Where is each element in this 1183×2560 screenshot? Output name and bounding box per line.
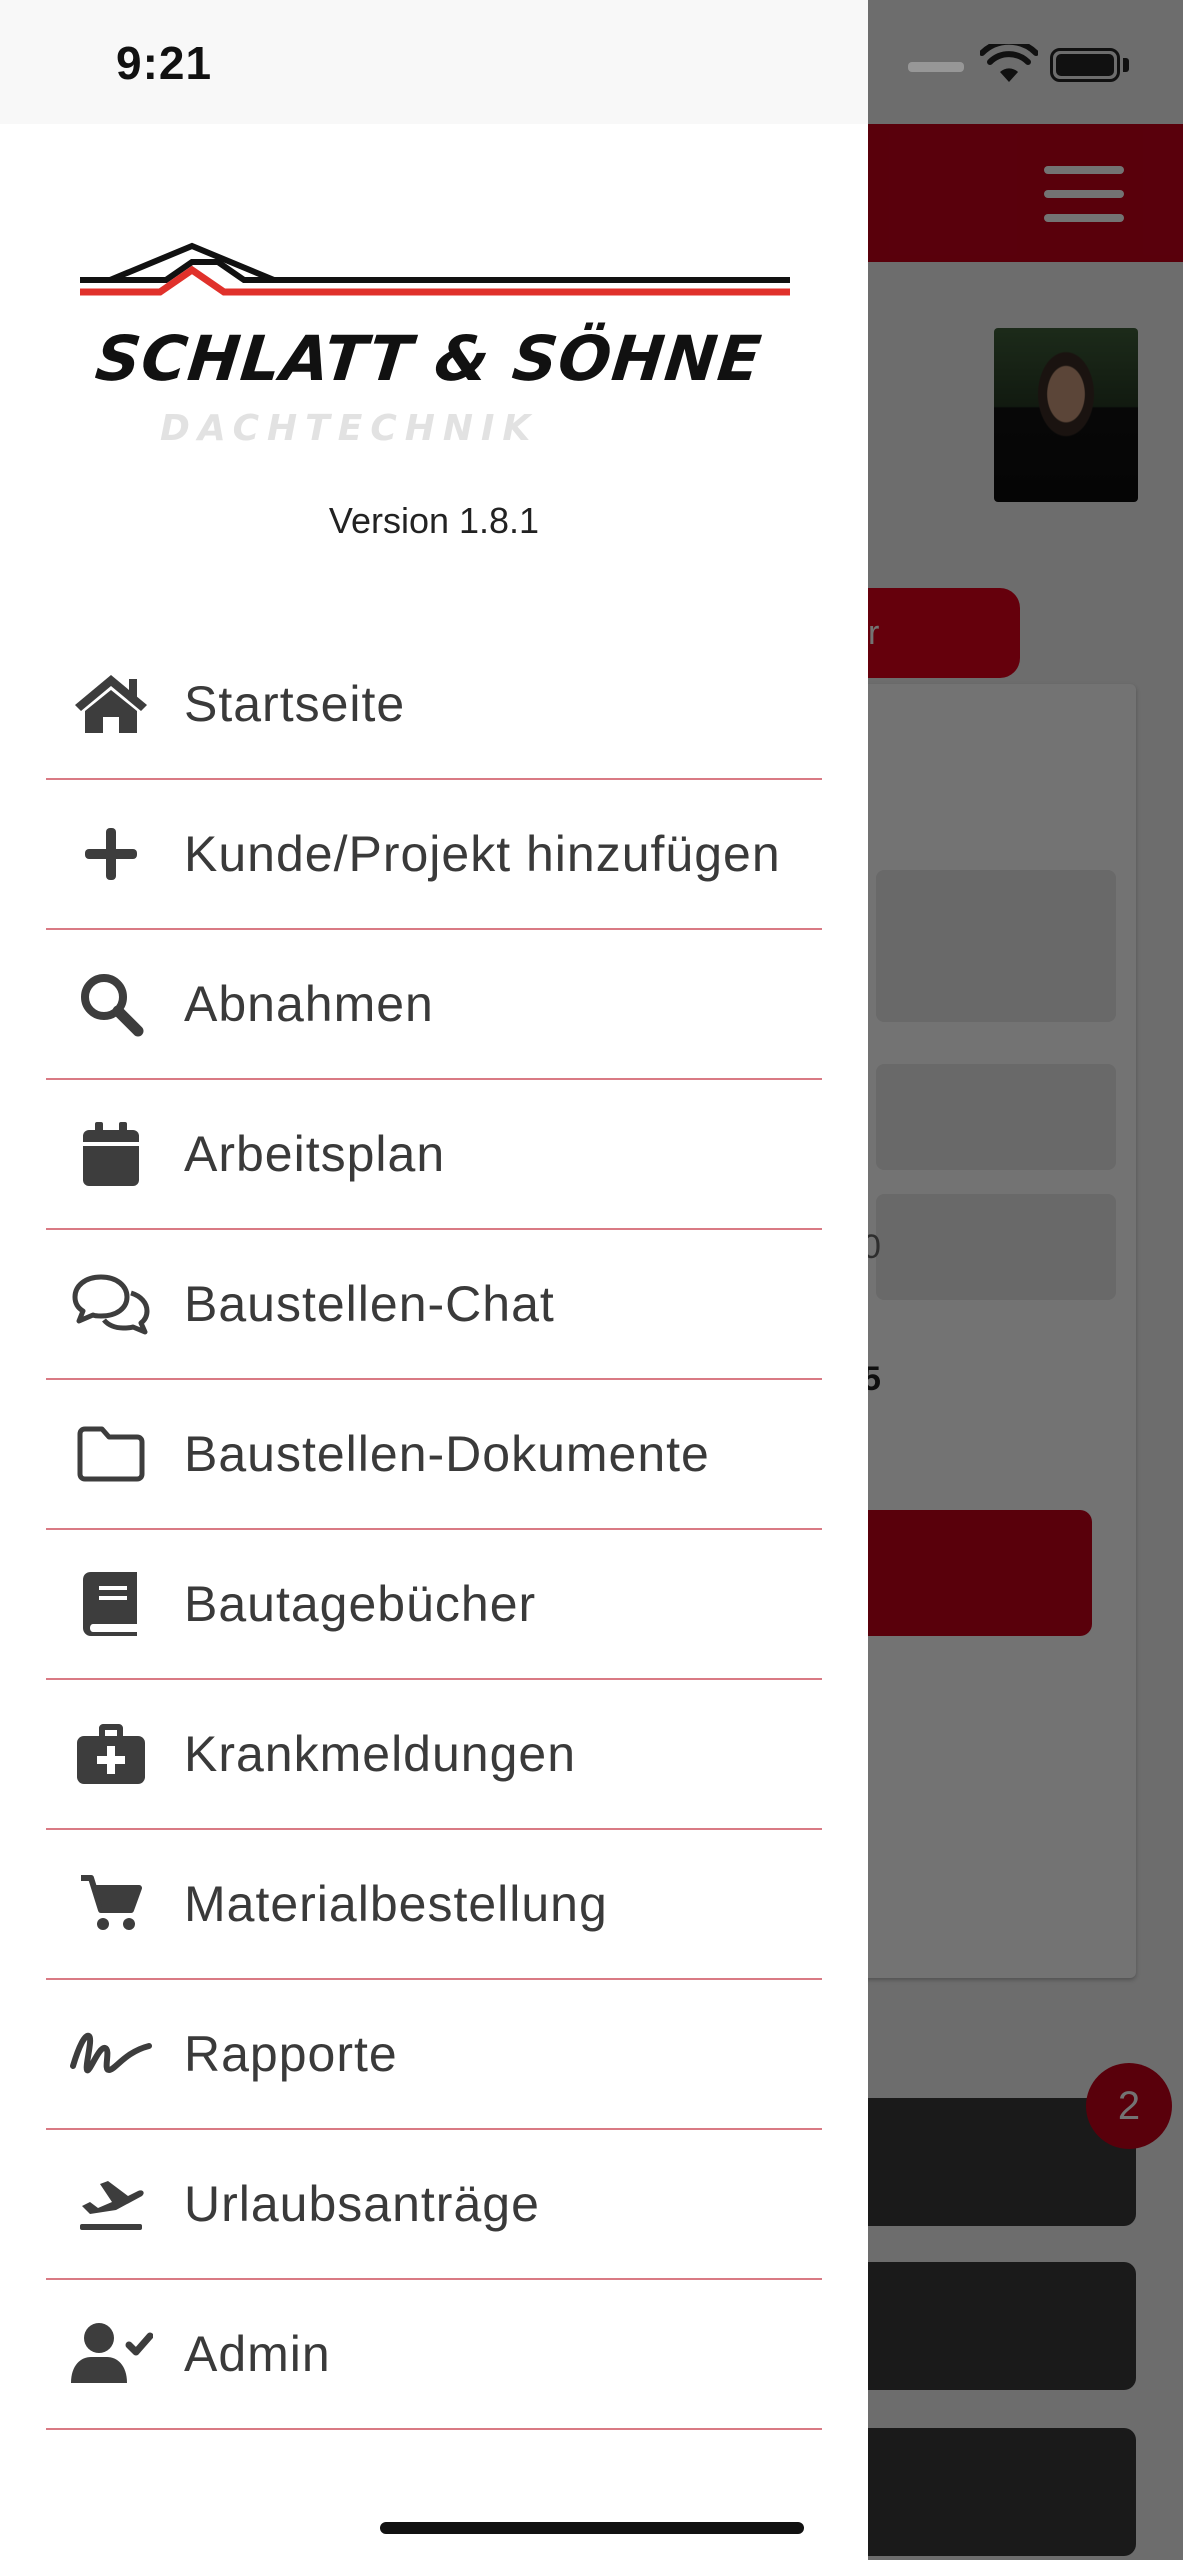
cellular-signal-icon [908, 62, 964, 72]
plane-departure-icon [68, 2168, 154, 2240]
menu-item-baustellen-dokumente[interactable]: Baustellen-Dokumente [46, 1380, 822, 1530]
menu-item-label: Urlaubsanträge [184, 2176, 540, 2232]
menu-item-label: Baustellen-Dokumente [184, 1426, 710, 1482]
menu-item-label: Kunde/Projekt hinzufügen [184, 826, 781, 882]
menu-item-krankmeldungen[interactable]: Krankmeldungen [46, 1680, 822, 1830]
app-version: Version 1.8.1 [328, 500, 540, 541]
medical-case-icon [68, 1718, 154, 1790]
menu-item-label: Krankmeldungen [184, 1726, 577, 1782]
menu-item-arbeitsplan[interactable]: Arbeitsplan [46, 1080, 822, 1230]
menu-item-label: Startseite [184, 676, 406, 732]
menu-item-label: Bautagebücher [184, 1576, 537, 1632]
search-icon [68, 968, 154, 1040]
menu-item-rapporte[interactable]: Rapporte [46, 1980, 822, 2130]
battery-tip-icon [1123, 58, 1129, 72]
menu-item-admin[interactable]: Admin [46, 2280, 822, 2430]
menu-item-label: Admin [184, 2326, 331, 2382]
menu-item-label: Rapporte [184, 2026, 398, 2082]
calendar-icon [68, 1118, 154, 1190]
menu-item-kunde-projekt[interactable]: Kunde/Projekt hinzufügen [46, 780, 822, 930]
company-subtitle: DACHTECHNIK [160, 408, 539, 449]
drawer-menu: Startseite Kunde/Projekt hinzufügen Abna… [46, 630, 822, 2430]
user-check-icon [68, 2318, 154, 2390]
home-indicator[interactable] [380, 2522, 804, 2534]
status-indicators [908, 40, 1168, 88]
status-time: 9:21 [116, 37, 213, 89]
plus-icon [68, 818, 154, 890]
chat-icon [68, 1268, 154, 1340]
menu-item-baustellen-chat[interactable]: Baustellen-Chat [46, 1230, 822, 1380]
menu-item-label: Baustellen-Chat [184, 1276, 555, 1332]
menu-item-label: Materialbestellung [184, 1876, 608, 1932]
menu-item-bautagebuecher[interactable]: Bautagebücher [46, 1530, 822, 1680]
company-logo: SCHLATT & SÖHNE DACHTECHNIK [80, 240, 790, 460]
navigation-drawer: 9:21 SCHLATT & SÖHNE DACHTECHNIK Version… [0, 0, 868, 2560]
menu-item-urlaubsantraege[interactable]: Urlaubsanträge [46, 2130, 822, 2280]
folder-icon [68, 1418, 154, 1490]
menu-item-startseite[interactable]: Startseite [46, 630, 822, 780]
menu-item-abnahmen[interactable]: Abnahmen [46, 930, 822, 1080]
roof-logo-icon [80, 242, 790, 296]
menu-item-label: Arbeitsplan [184, 1126, 446, 1182]
cart-icon [68, 1868, 154, 1940]
home-icon [68, 668, 154, 740]
company-name: SCHLATT & SÖHNE [92, 322, 766, 395]
status-bar: 9:21 [0, 0, 868, 124]
menu-item-materialbestellung[interactable]: Materialbestellung [46, 1830, 822, 1980]
wifi-icon [980, 44, 1038, 82]
book-icon [68, 1568, 154, 1640]
battery-icon [1050, 48, 1120, 82]
menu-item-label: Abnahmen [184, 976, 434, 1032]
signature-icon [68, 2018, 154, 2090]
